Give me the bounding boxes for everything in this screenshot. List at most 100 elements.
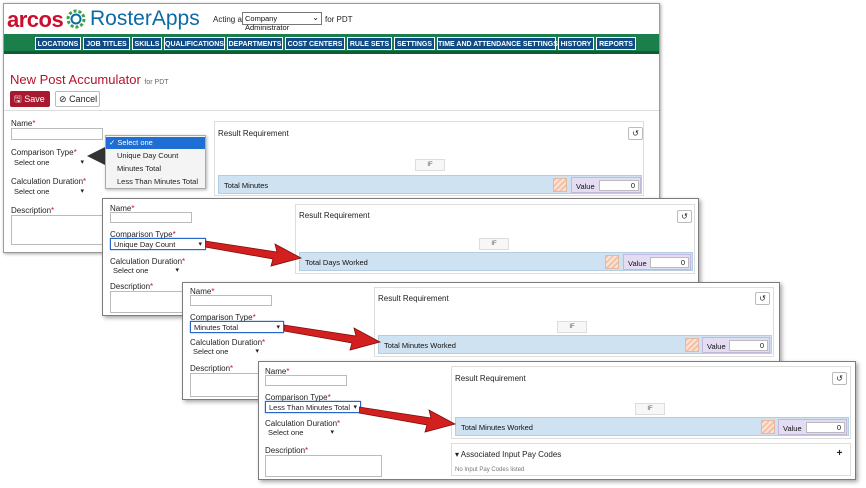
chevron-down-icon: ▾ [276, 324, 280, 331]
associated-input-pay-codes-box: ▾ Associated Input Pay Codes + No Input … [451, 443, 851, 476]
value-label: Value [783, 424, 802, 433]
tab-job-titles[interactable]: JOB TITLES [83, 37, 130, 50]
tab-cost-centers[interactable]: COST CENTERS [285, 37, 345, 50]
gear-logo-icon [66, 9, 86, 29]
save-button[interactable]: 🖫 Save [10, 91, 50, 107]
chevron-down-icon: ▾ [330, 429, 334, 436]
result-requirement-box: Result Requirement ↺ IF Total Minutes Wo… [374, 287, 774, 357]
value-input[interactable]: 0 [729, 340, 768, 351]
undo-icon[interactable]: ↺ [677, 210, 692, 223]
description-label: Description* [265, 446, 309, 455]
chevron-down-icon: ▾ [80, 159, 84, 166]
name-input[interactable] [110, 212, 192, 223]
condition-drop-zone[interactable] [553, 178, 567, 192]
value-label: Value [707, 342, 726, 351]
result-requirement-box: Result Requirement ↺ IF Total Days Worke… [295, 204, 695, 274]
page-title-text: New Post Accumulator [10, 72, 141, 87]
divider [4, 110, 659, 111]
caret-down-icon: ▾ [455, 450, 460, 459]
result-requirement-box: Result Requirement ↺ IF Total Minutes Wo… [451, 366, 851, 439]
no-pay-codes-text: No Input Pay Codes listed [455, 467, 525, 473]
role-select[interactable]: Company Administrator ⌄ [242, 12, 322, 32]
add-pay-code-button[interactable]: + [833, 448, 846, 460]
condition-bar: Total Minutes Value 0 [218, 175, 642, 194]
tab-history[interactable]: HISTORY [558, 37, 594, 50]
value-label: Value [576, 182, 595, 191]
associated-input-pay-codes-title[interactable]: ▾ Associated Input Pay Codes [455, 450, 561, 459]
tab-settings[interactable]: SETTINGS [394, 37, 435, 50]
dropdown-option-less-than-minutes-total[interactable]: Less Than Minutes Total [106, 176, 205, 188]
page-title: New Post Accumulator for PDT [10, 72, 169, 87]
comparison-type-value: Less Than Minutes Total [269, 403, 351, 412]
page-subtitle: for PDT [144, 79, 169, 86]
check-icon: ✓ [109, 138, 116, 147]
dropdown-option-unique-day-count[interactable]: Unique Day Count [106, 150, 205, 162]
screenshot-stage: arcos RosterApps Acting as Company Admin… [0, 0, 866, 488]
red-arrow-icon [284, 324, 382, 351]
value-input[interactable]: 0 [806, 422, 845, 433]
tab-rule-sets[interactable]: RULE SETS [347, 37, 392, 50]
tab-reports[interactable]: REPORTS [596, 37, 636, 50]
if-label: IF [557, 321, 587, 333]
name-input[interactable] [190, 295, 272, 306]
condition-drop-zone[interactable] [685, 338, 699, 352]
value-box: Value 0 [702, 337, 770, 353]
name-input[interactable] [11, 128, 103, 140]
condition-drop-zone[interactable] [605, 255, 619, 269]
if-label: IF [635, 403, 665, 415]
tab-departments[interactable]: DEPARTMENTS [227, 37, 283, 50]
result-requirement-title: Result Requirement [218, 129, 289, 138]
description-textarea[interactable] [110, 291, 192, 313]
logo-rosterapps: RosterApps [90, 7, 200, 30]
dropdown-option-minutes-total[interactable]: Minutes Total [106, 163, 205, 175]
comparison-type-select[interactable]: Select one ▾ [11, 157, 87, 169]
description-textarea[interactable] [11, 215, 103, 245]
comparison-type-value: Unique Day Count [114, 240, 176, 249]
dropdown-option-select-one[interactable]: ✓ Select one [106, 137, 205, 149]
cancel-button[interactable]: ⊘ Cancel [55, 91, 100, 107]
calculation-duration-label: Calculation Duration* [11, 177, 87, 186]
comparison-type-value: Minutes Total [194, 323, 239, 332]
cancel-icon: ⊘ [59, 94, 67, 104]
comparison-type-select[interactable]: Minutes Total ▾ [190, 321, 284, 333]
dropdown-callout-pointer [87, 147, 105, 165]
comparison-type-select[interactable]: Unique Day Count ▾ [110, 238, 206, 250]
calculation-duration-value: Select one [268, 428, 304, 437]
description-label: Description* [11, 206, 55, 215]
value-input[interactable]: 0 [599, 180, 639, 191]
calculation-duration-value: Select one [113, 266, 149, 275]
condition-bar: Total Minutes Worked Value 0 [455, 417, 849, 436]
undo-icon[interactable]: ↺ [755, 292, 770, 305]
calculation-duration-select[interactable]: Select one ▾ [190, 346, 262, 358]
condition-bar: Total Minutes Worked Value 0 [378, 335, 772, 354]
value-input[interactable]: 0 [650, 257, 689, 268]
value-box: Value 0 [571, 177, 641, 193]
result-requirement-title: Result Requirement [378, 294, 449, 303]
chevron-down-icon: ▾ [175, 267, 179, 274]
comparison-type-dropdown: ✓ Select one Unique Day Count Minutes To… [105, 135, 206, 189]
tab-skills[interactable]: SKILLS [132, 37, 162, 50]
tab-locations[interactable]: LOCATIONS [35, 37, 81, 50]
description-textarea[interactable] [265, 455, 382, 477]
calculation-duration-value: Select one [14, 187, 50, 196]
tab-qualifications[interactable]: QUALIFICATIONS [164, 37, 225, 50]
chevron-down-icon: ▾ [198, 241, 202, 248]
condition-bar: Total Days Worked Value 0 [299, 252, 693, 271]
calculation-duration-select[interactable]: Select one ▾ [11, 186, 87, 198]
name-input[interactable] [265, 375, 347, 386]
comparison-type-value: Select one [14, 158, 50, 167]
red-arrow-icon [359, 406, 457, 433]
condition-text: Total Minutes Worked [384, 341, 456, 350]
result-requirement-title: Result Requirement [299, 211, 370, 220]
value-box: Value 0 [778, 419, 847, 435]
comparison-type-select[interactable]: Less Than Minutes Total ▾ [265, 401, 361, 413]
condition-drop-zone[interactable] [761, 420, 775, 434]
top-bar: arcos RosterApps Acting as Company Admin… [4, 4, 659, 32]
calculation-duration-select[interactable]: Select one ▾ [265, 427, 337, 439]
value-box: Value 0 [623, 254, 691, 270]
tab-time-and-attendance-settings[interactable]: TIME AND ATTENDANCE SETTINGS [437, 37, 558, 50]
calculation-duration-select[interactable]: Select one ▾ [110, 265, 182, 277]
logo-arcos: arcos [7, 7, 64, 32]
undo-icon[interactable]: ↺ [628, 127, 643, 140]
undo-icon[interactable]: ↺ [832, 372, 847, 385]
